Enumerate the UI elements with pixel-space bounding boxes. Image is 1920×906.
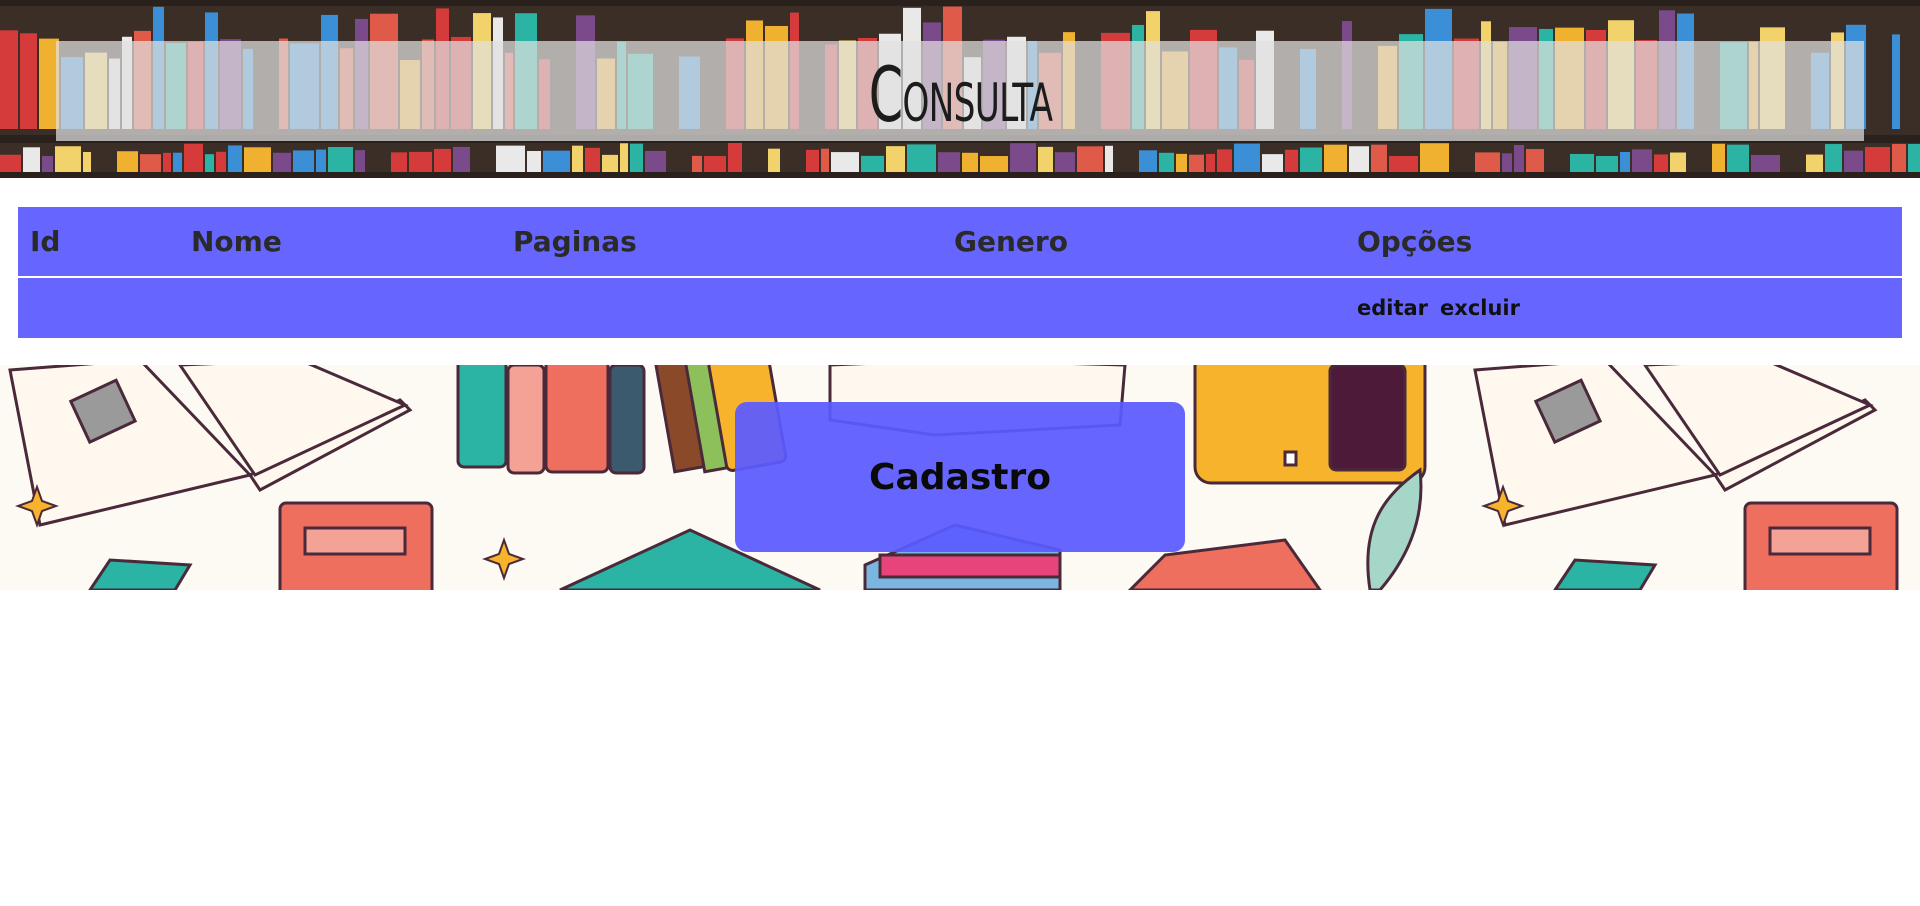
books-table: Id Nome Paginas Genero Opções editar excl…	[18, 207, 1902, 338]
column-header-opcoes: Opções	[1345, 207, 1902, 278]
open-book-icon	[8, 365, 413, 527]
column-header-id: Id	[18, 207, 179, 278]
cell-nome	[179, 277, 501, 338]
cell-paginas	[501, 277, 942, 338]
edit-link[interactable]: editar	[1357, 296, 1428, 320]
table-row: editar excluir	[18, 277, 1902, 338]
cadastro-button[interactable]: Cadastro	[735, 402, 1185, 552]
cell-genero	[942, 277, 1345, 338]
column-header-genero: Genero	[942, 207, 1345, 278]
cell-opcoes: editar excluir	[1345, 277, 1902, 338]
column-header-nome: Nome	[179, 207, 501, 278]
header-banner: Consulta	[0, 0, 1920, 178]
page-title: Consulta	[868, 49, 1052, 139]
cell-id	[18, 277, 179, 338]
table-header-row: Id Nome Paginas Genero Opções	[18, 207, 1902, 278]
title-box: Consulta	[56, 41, 1864, 141]
column-header-paginas: Paginas	[501, 207, 942, 278]
delete-link[interactable]: excluir	[1440, 296, 1520, 320]
